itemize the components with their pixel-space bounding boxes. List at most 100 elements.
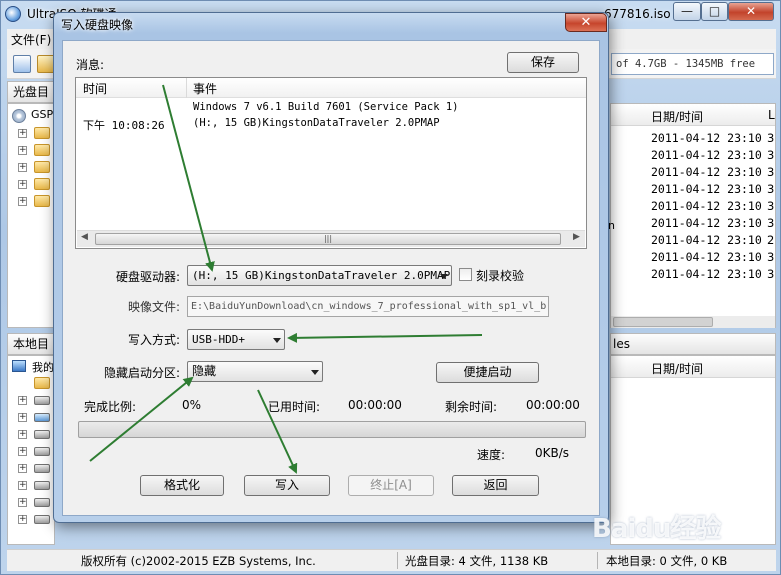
write-button[interactable]: 写入 (244, 475, 330, 496)
local-directory-tree[interactable]: 我的 + + + + + + + + (7, 355, 55, 545)
dialog-title: 写入硬盘映像 (61, 18, 134, 32)
expand-icon[interactable]: + (18, 481, 27, 490)
expand-icon[interactable]: + (18, 396, 27, 405)
file-row-date[interactable]: 2011-04-12 23:10 (651, 164, 762, 181)
file-row-size: 2 (767, 233, 775, 247)
folder-icon (34, 178, 50, 190)
desktop-icon (34, 413, 50, 422)
speed-label: 速度: (477, 448, 506, 462)
scroll-right-icon[interactable]: ▶ (573, 232, 580, 242)
log-event: Windows 7 v6.1 Build 7601 (Service Pack … (193, 101, 459, 113)
baidu-watermark: Baidu经验 (592, 514, 721, 544)
chevron-down-icon (273, 338, 281, 343)
quick-boot-button[interactable]: 便捷启动 (436, 362, 539, 383)
ultraiso-app-icon (5, 6, 21, 22)
log-event: (H:, 15 GB)KingstonDataTraveler 2.0PMAP (193, 117, 440, 129)
expand-icon[interactable]: + (18, 413, 27, 422)
status-divider (397, 552, 398, 569)
local-files-header: les (610, 333, 776, 355)
column-l[interactable]: L (768, 108, 775, 122)
main-window-title-filename: 677816.iso (604, 7, 671, 21)
cd-root-label: GSP (31, 108, 54, 121)
back-button[interactable]: 返回 (452, 475, 539, 496)
message-log-hscrollbar[interactable]: ◀ ||| ▶ (77, 230, 585, 247)
dialog-close-button[interactable]: ✕ (565, 13, 607, 32)
drive-select-value: (H:, 15 GB)KingstonDataTraveler 2.0PMAP (192, 269, 451, 282)
expand-icon[interactable]: + (18, 447, 27, 456)
scroll-thumb[interactable]: ||| (95, 233, 561, 245)
file-row-size: 3 (767, 131, 775, 145)
expand-icon[interactable]: + (18, 464, 27, 473)
file-row-size: 3 (767, 199, 775, 213)
cd-directory-header: 光盘目 (7, 81, 55, 103)
file-row-size: 3 (767, 182, 775, 196)
new-file-icon[interactable] (13, 55, 31, 73)
disc-free-space-indicator: of 4.7GB - 1345MB free (611, 53, 774, 75)
scroll-thumb[interactable] (613, 317, 713, 327)
message-log[interactable]: 时间 事件 Windows 7 v6.1 Build 7601 (Service… (75, 77, 587, 249)
expand-icon[interactable]: + (18, 498, 27, 507)
file-row-date[interactable]: 2011-04-12 23:10 (651, 232, 762, 249)
menu-file[interactable]: 文件(F) (11, 31, 51, 48)
status-bar: 版权所有 (c)2002-2015 EZB Systems, Inc. 光盘目录… (7, 549, 776, 571)
status-divider (597, 552, 598, 569)
column-date-time[interactable]: 日期/时间 (651, 108, 703, 125)
hide-boot-partition-label: 隐藏启动分区: (103, 366, 180, 380)
hide-boot-partition-select[interactable]: 隐藏 (187, 361, 323, 382)
format-button[interactable]: 格式化 (140, 475, 224, 496)
file-row-size: 3 (767, 165, 775, 179)
expand-icon[interactable]: + (18, 129, 27, 138)
hide-boot-partition-value: 隐藏 (192, 364, 217, 378)
file-row-date[interactable]: 2011-04-12 23:10 (651, 249, 762, 266)
file-list-hscrollbar[interactable] (611, 316, 775, 328)
column-divider[interactable] (186, 78, 187, 98)
cd-drive-icon (34, 481, 50, 490)
file-row-size: 3 (767, 267, 775, 281)
save-button[interactable]: 保存 (507, 52, 579, 73)
main-close-button[interactable]: ✕ (728, 2, 774, 21)
message-log-header: 时间 事件 (76, 78, 586, 98)
local-directory-header: 本地目 (7, 333, 55, 355)
folder-icon (34, 127, 50, 139)
remaining-time-label: 剩余时间: (445, 400, 498, 414)
drive-icon (34, 498, 50, 507)
local-column-date-time[interactable]: 日期/时间 (651, 360, 703, 377)
file-row-date[interactable]: 2011-04-12 23:10 (651, 198, 762, 215)
file-row-date[interactable]: 2011-04-12 23:10 (651, 147, 762, 164)
drive-label: 硬盘驱动器: (115, 270, 180, 284)
drive-icon (34, 430, 50, 439)
column-time[interactable]: 时间 (83, 80, 107, 97)
expand-icon[interactable]: + (18, 146, 27, 155)
minimize-button[interactable]: — (673, 2, 701, 21)
write-mode-select[interactable]: USB-HDD+ (187, 329, 285, 350)
column-event[interactable]: 事件 (193, 80, 217, 97)
file-row-date[interactable]: 2011-04-12 23:10 (651, 215, 762, 232)
file-row-date[interactable]: 2011-04-12 23:10 (651, 266, 762, 283)
elapsed-time-label: 已用时间: (268, 400, 321, 414)
stop-button[interactable]: 终止[A] (348, 475, 434, 496)
drive-icon (34, 396, 50, 405)
file-row-size: 3 (767, 250, 775, 264)
file-row-date[interactable]: 2011-04-12 23:10 (651, 130, 762, 147)
cd-directory-tree[interactable]: GSP + + + + + (7, 103, 55, 328)
expand-icon[interactable]: + (18, 180, 27, 189)
maximize-button[interactable]: □ (701, 2, 728, 21)
expand-icon[interactable]: + (18, 197, 27, 206)
status-cd-directory: 光盘目录: 4 文件, 1138 KB (405, 554, 549, 568)
file-row-date[interactable]: 2011-04-12 23:10 (651, 181, 762, 198)
scroll-left-icon[interactable]: ◀ (81, 232, 88, 242)
image-file-field[interactable]: E:\BaiduYunDownload\cn_windows_7_profess… (187, 296, 549, 317)
write-mode-value: USB-HDD+ (192, 333, 245, 346)
drive-select[interactable]: (H:, 15 GB)KingstonDataTraveler 2.0PMAP (187, 265, 452, 286)
verify-checkbox[interactable] (459, 268, 472, 281)
status-copyright: 版权所有 (c)2002-2015 EZB Systems, Inc. (81, 554, 316, 568)
speed-value: 0KB/s (535, 446, 570, 460)
status-local-directory: 本地目录: 0 文件, 0 KB (606, 554, 728, 568)
verify-label: 刻录校验 (476, 269, 525, 283)
my-computer-icon (12, 360, 26, 372)
file-list-header: 日期/时间 L (611, 104, 775, 126)
expand-icon[interactable]: + (18, 163, 27, 172)
progress-value: 0% (182, 398, 202, 412)
expand-icon[interactable]: + (18, 515, 27, 524)
expand-icon[interactable]: + (18, 430, 27, 439)
